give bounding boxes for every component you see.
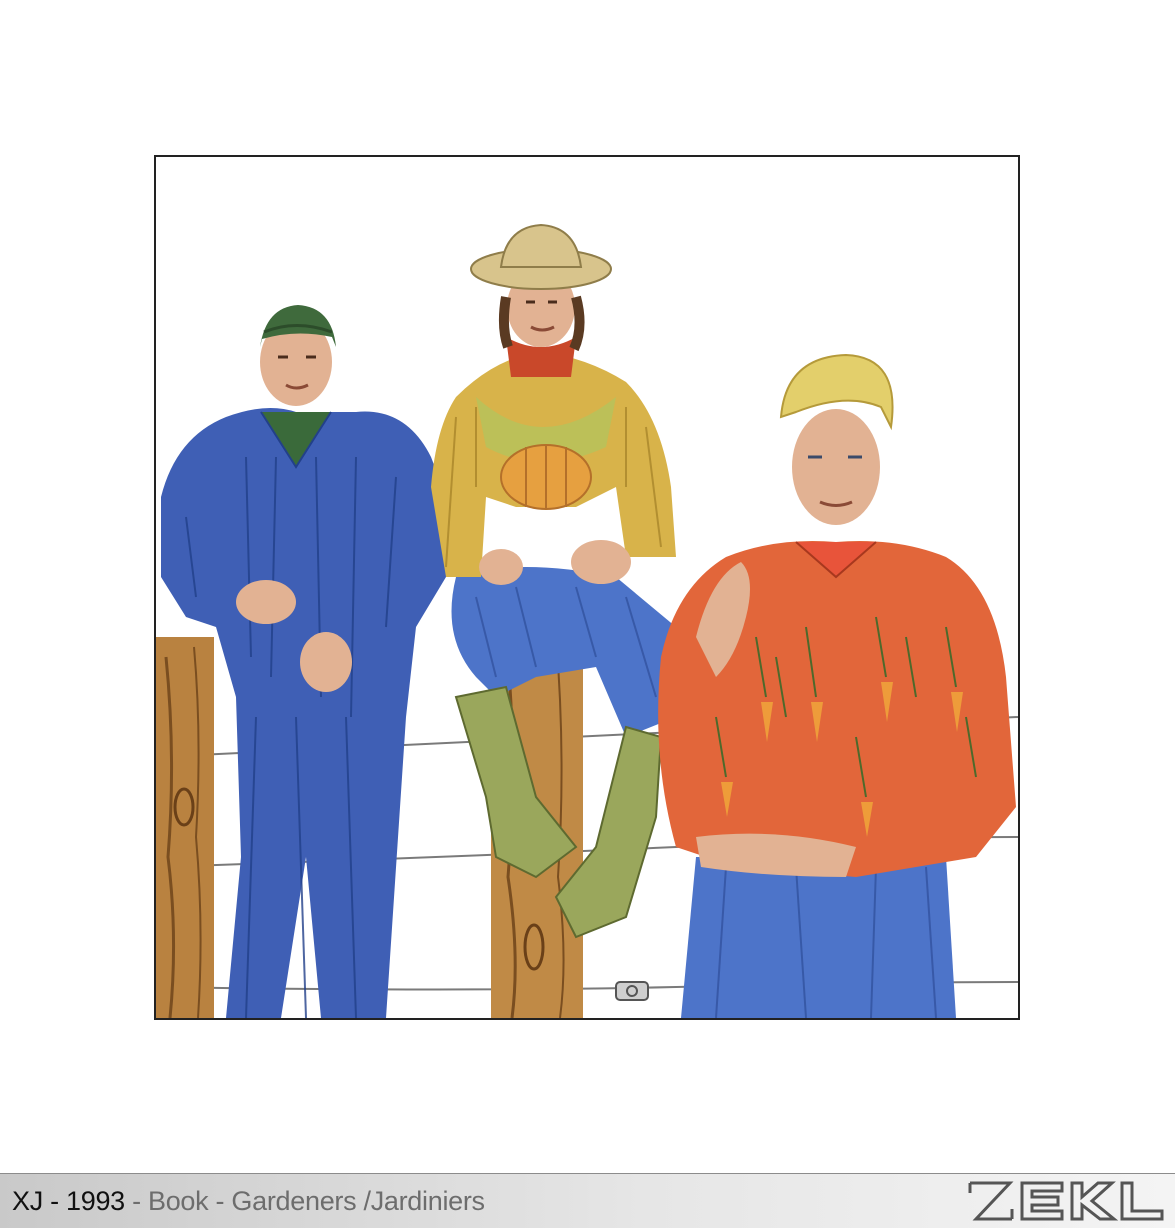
illustration-frame [154, 155, 1020, 1020]
caption-code: XJ [12, 1186, 43, 1216]
caption-bar: XJ - 1993 - Book - Gardeners /Jardiniers [0, 1173, 1175, 1228]
gardeners-illustration [156, 223, 1018, 1018]
artwork-card: XJ - 1993 - Book - Gardeners /Jardiniers [0, 0, 1175, 1228]
fence-post-left [156, 637, 214, 1018]
caption-separator: - [42, 1186, 67, 1216]
caption-year: 1993 [66, 1186, 125, 1216]
figure-middle-straw-hat [431, 223, 676, 939]
caption-title: - Book - Gardeners /Jardiniers [124, 1186, 485, 1216]
fence-tensioner [615, 981, 649, 1001]
zekl-logo [968, 1181, 1164, 1221]
artwork-caption: XJ - 1993 - Book - Gardeners /Jardiniers [12, 1184, 485, 1218]
figure-right-blond [658, 353, 1016, 1018]
